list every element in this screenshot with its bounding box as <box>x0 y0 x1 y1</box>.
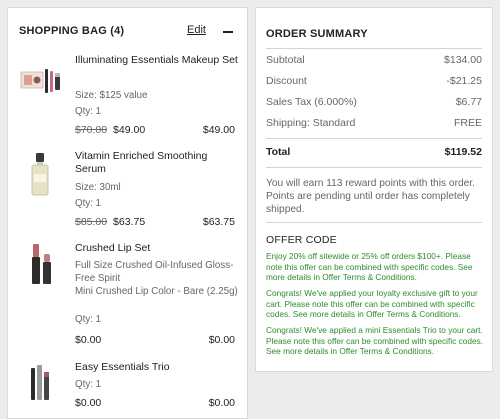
item-prices: $0.00 $0.00 <box>75 334 235 347</box>
shopping-bag-header: SHOPPING BAG (4) Edit <box>19 24 236 41</box>
subtotal-label: Subtotal <box>266 54 305 66</box>
offer-message: Enjoy 20% off sitewide or 25% off orders… <box>266 251 473 283</box>
item-size: Size: $125 value <box>75 90 148 101</box>
serum-bottle-product-image <box>19 152 63 196</box>
offer-code-title: OFFER CODE <box>266 234 337 246</box>
shipping-row: Shipping: Standard FREE <box>266 117 482 131</box>
sales-tax-label: Sales Tax (6.000%) <box>266 96 357 108</box>
sale-price: $0.00 <box>75 334 102 346</box>
essentials-trio-product-image <box>19 362 63 404</box>
item-qty: Qty: 1 <box>75 198 102 209</box>
item-detail-gloss: Full Size Crushed Oil-Infused Gloss- Fre… <box>75 260 234 284</box>
divider <box>266 222 482 223</box>
line-total: $0.00 <box>208 397 235 409</box>
sale-price: $49.00 <box>113 124 146 136</box>
makeup-set-product-image <box>19 64 63 98</box>
item-prices: $0.00 $0.00 <box>75 397 235 410</box>
order-summary-panel: ORDER SUMMARY Subtotal $134.00 Discount … <box>255 7 493 372</box>
order-summary-title: ORDER SUMMARY <box>266 28 368 40</box>
item-prices: $85.00 $63.75 $63.75 <box>75 216 235 229</box>
bag-item: Vitamin Enriched Smoothing Serum Size: 3… <box>8 144 247 234</box>
item-qty: Qty: 1 <box>75 314 102 325</box>
total-value: $119.52 <box>444 146 482 158</box>
divider <box>266 48 482 49</box>
item-detail-lip-color: Mini Crushed Lip Color - Bare (2.25g) <box>75 286 238 297</box>
sales-tax-value: $6.77 <box>455 96 482 108</box>
total-row: Total $119.52 <box>266 146 482 160</box>
discount-label: Discount <box>266 75 307 87</box>
item-name[interactable]: Vitamin Enriched Smoothing Serum <box>75 150 239 176</box>
item-qty: Qty: 1 <box>75 106 102 117</box>
offer-message: Congrats! We've applied a mini Essential… <box>266 325 484 357</box>
original-price: $70.00 <box>75 124 108 136</box>
item-name[interactable]: Easy Essentials Trio <box>75 361 239 374</box>
subtotal-value: $134.00 <box>444 54 482 66</box>
shipping-value: FREE <box>453 117 482 129</box>
divider <box>266 138 482 139</box>
line-total: $0.00 <box>208 334 235 346</box>
original-price: $85.00 <box>75 216 108 228</box>
shopping-bag-panel: SHOPPING BAG (4) Edit Illuminating Essen… <box>7 7 248 419</box>
sales-tax-row: Sales Tax (6.000%) $6.77 <box>266 96 482 110</box>
offer-message: Congrats! We've applied your loyalty exc… <box>266 288 478 320</box>
sale-price: $0.00 <box>75 397 102 409</box>
item-name[interactable]: Crushed Lip Set <box>75 242 239 255</box>
item-prices: $70.00 $49.00 $49.00 <box>75 124 235 137</box>
shipping-label: Shipping: Standard <box>266 117 356 129</box>
reward-points-message: You will earn 113 reward points with thi… <box>266 178 475 215</box>
total-label: Total <box>266 146 291 158</box>
collapse-minus-icon[interactable] <box>223 31 233 33</box>
line-total: $63.75 <box>202 216 235 228</box>
discount-value: -$21.25 <box>446 75 482 87</box>
item-name[interactable]: Illuminating Essentials Makeup Set <box>75 54 239 67</box>
item-qty: Qty: 1 <box>75 379 102 390</box>
divider <box>266 167 482 168</box>
bag-item: Crushed Lip Set Full Size Crushed Oil-In… <box>8 234 247 350</box>
item-size: Size: 30ml <box>75 182 121 193</box>
discount-row: Discount -$21.25 <box>266 75 482 89</box>
shopping-bag-title: SHOPPING BAG (4) <box>19 25 125 37</box>
line-total: $49.00 <box>202 124 235 136</box>
bag-item: Easy Essentials Trio Qty: 1 $0.00 $0.00 <box>8 352 247 412</box>
bag-item: Illuminating Essentials Makeup Set Size:… <box>8 54 247 144</box>
edit-bag-link[interactable]: Edit <box>187 24 206 36</box>
lip-set-product-image <box>19 242 63 286</box>
sale-price: $63.75 <box>113 216 146 228</box>
subtotal-row: Subtotal $134.00 <box>266 54 482 68</box>
